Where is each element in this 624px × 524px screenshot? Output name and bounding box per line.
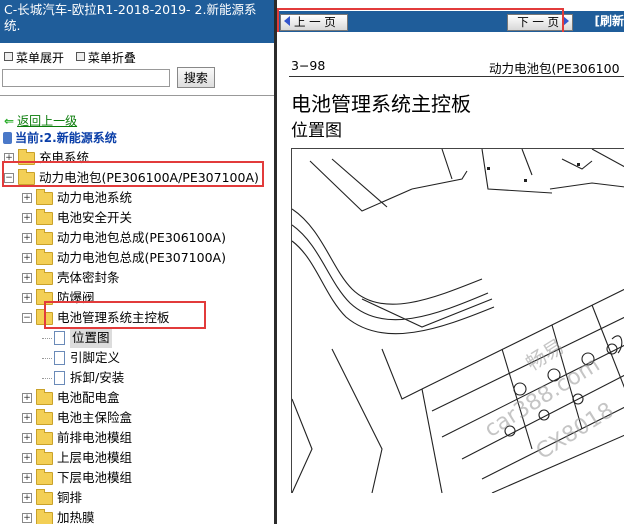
collapse-toggle-icon[interactable]: − — [22, 313, 32, 323]
expand-toggle-icon[interactable]: + — [22, 253, 32, 263]
current-location-label: 当前:2.新能源系统 — [15, 131, 117, 145]
folder-icon — [36, 229, 53, 245]
expand-toggle-icon[interactable]: + — [22, 493, 32, 503]
tree-item-label[interactable]: 电池主保险盒 — [57, 408, 132, 428]
folder-icon — [36, 409, 53, 425]
header-rule — [289, 76, 624, 77]
location-diagram: 畅易 car388.com CX8018 — [291, 148, 624, 493]
expand-toggle-icon[interactable]: + — [22, 273, 32, 283]
tree-item-label[interactable]: 动力电池系统 — [57, 188, 132, 208]
collapse-icon — [75, 52, 85, 61]
tree-item-label[interactable]: 拆卸/安装 — [70, 368, 124, 388]
tree-item-label[interactable]: 上层电池模组 — [57, 448, 132, 468]
tree-item-label[interactable]: 电池配电盒 — [57, 388, 120, 408]
folder-icon — [36, 429, 53, 445]
folder-icon — [36, 489, 53, 505]
tree-connector — [42, 338, 52, 339]
tree-item-label[interactable]: 动力电池包总成(PE307100A) — [57, 248, 226, 268]
expand-toggle-icon[interactable]: + — [22, 293, 32, 303]
expand-toggle-icon[interactable]: + — [22, 433, 32, 443]
manual-title: C-长城汽车-欧拉R1-2018-2019- 2.新能源系统. — [0, 0, 274, 43]
expand-toggle-icon[interactable]: + — [22, 473, 32, 483]
expand-toggle-icon[interactable]: + — [22, 213, 32, 223]
document-icon — [54, 371, 65, 385]
collapse-menu-link[interactable]: 菜单折叠 — [88, 51, 136, 65]
tree-item-label[interactable]: 引脚定义 — [70, 348, 120, 368]
expand-toggle-icon[interactable]: + — [22, 453, 32, 463]
tree-connector — [42, 358, 52, 359]
page-heading: 电池管理系统主控板 — [291, 92, 471, 116]
expand-toggle-icon[interactable]: + — [22, 513, 32, 523]
folder-icon — [36, 449, 53, 465]
expand-toggle-icon[interactable]: + — [22, 393, 32, 403]
document-icon — [54, 351, 65, 365]
page-subheading: 位置图 — [291, 121, 342, 141]
page-section-title: 动力电池包(PE306100 — [489, 61, 620, 76]
database-icon — [3, 132, 12, 144]
folder-icon — [36, 269, 53, 285]
tree-item-label[interactable]: 动力电池包总成(PE306100A) — [57, 228, 226, 248]
tree-connector — [42, 378, 52, 379]
navigation-panel: C-长城汽车-欧拉R1-2018-2019- 2.新能源系统. 菜单展开 菜单折… — [0, 0, 274, 524]
folder-icon — [36, 469, 53, 485]
expand-menu-link[interactable]: 菜单展开 — [16, 51, 64, 65]
refresh-link[interactable]: [刷新 — [595, 14, 624, 29]
current-location: 当前:2.新能源系统 — [3, 129, 117, 146]
tree-item-label[interactable]: 下层电池模组 — [57, 468, 132, 488]
folder-icon — [36, 209, 53, 225]
back-link[interactable]: ⇐ 返回上一级 — [4, 112, 77, 129]
folder-icon — [36, 189, 53, 205]
highlight-box — [2, 161, 264, 187]
tree-item-label[interactable]: 电池安全开关 — [57, 208, 132, 228]
tree-item-label[interactable]: 铜排 — [57, 488, 82, 508]
tree-item-label[interactable]: 壳体密封条 — [57, 268, 120, 288]
tree-item-label[interactable]: 加热膜 — [57, 508, 95, 524]
tree-item-label[interactable]: 位置图 — [70, 328, 112, 348]
expand-icon — [4, 52, 13, 61]
expand-toggle-icon[interactable]: + — [22, 233, 32, 243]
highlight-box — [277, 8, 564, 34]
folder-icon — [36, 509, 53, 524]
page-number: 3−98 — [291, 58, 326, 73]
folder-icon — [36, 249, 53, 265]
back-link-label[interactable]: 返回上一级 — [17, 114, 77, 128]
folder-icon — [36, 389, 53, 405]
menu-toggle-bar: 菜单展开 菜单折叠 — [0, 43, 274, 65]
expand-toggle-icon[interactable]: + — [22, 193, 32, 203]
expand-toggle-icon[interactable]: + — [22, 413, 32, 423]
document-icon — [54, 331, 65, 345]
search-input[interactable] — [2, 68, 170, 87]
tree-item-label[interactable]: 前排电池模组 — [57, 428, 132, 448]
document-viewer: 上 一 页 下 一 页 [刷新 3−98 动力电池包(PE306100 电池管理… — [277, 0, 624, 524]
divider — [0, 95, 274, 96]
search-button[interactable]: 搜索 — [176, 67, 215, 88]
highlight-box — [44, 301, 206, 329]
search-bar: 搜索 — [0, 65, 274, 89]
back-arrow-icon: ⇐ — [4, 114, 15, 128]
